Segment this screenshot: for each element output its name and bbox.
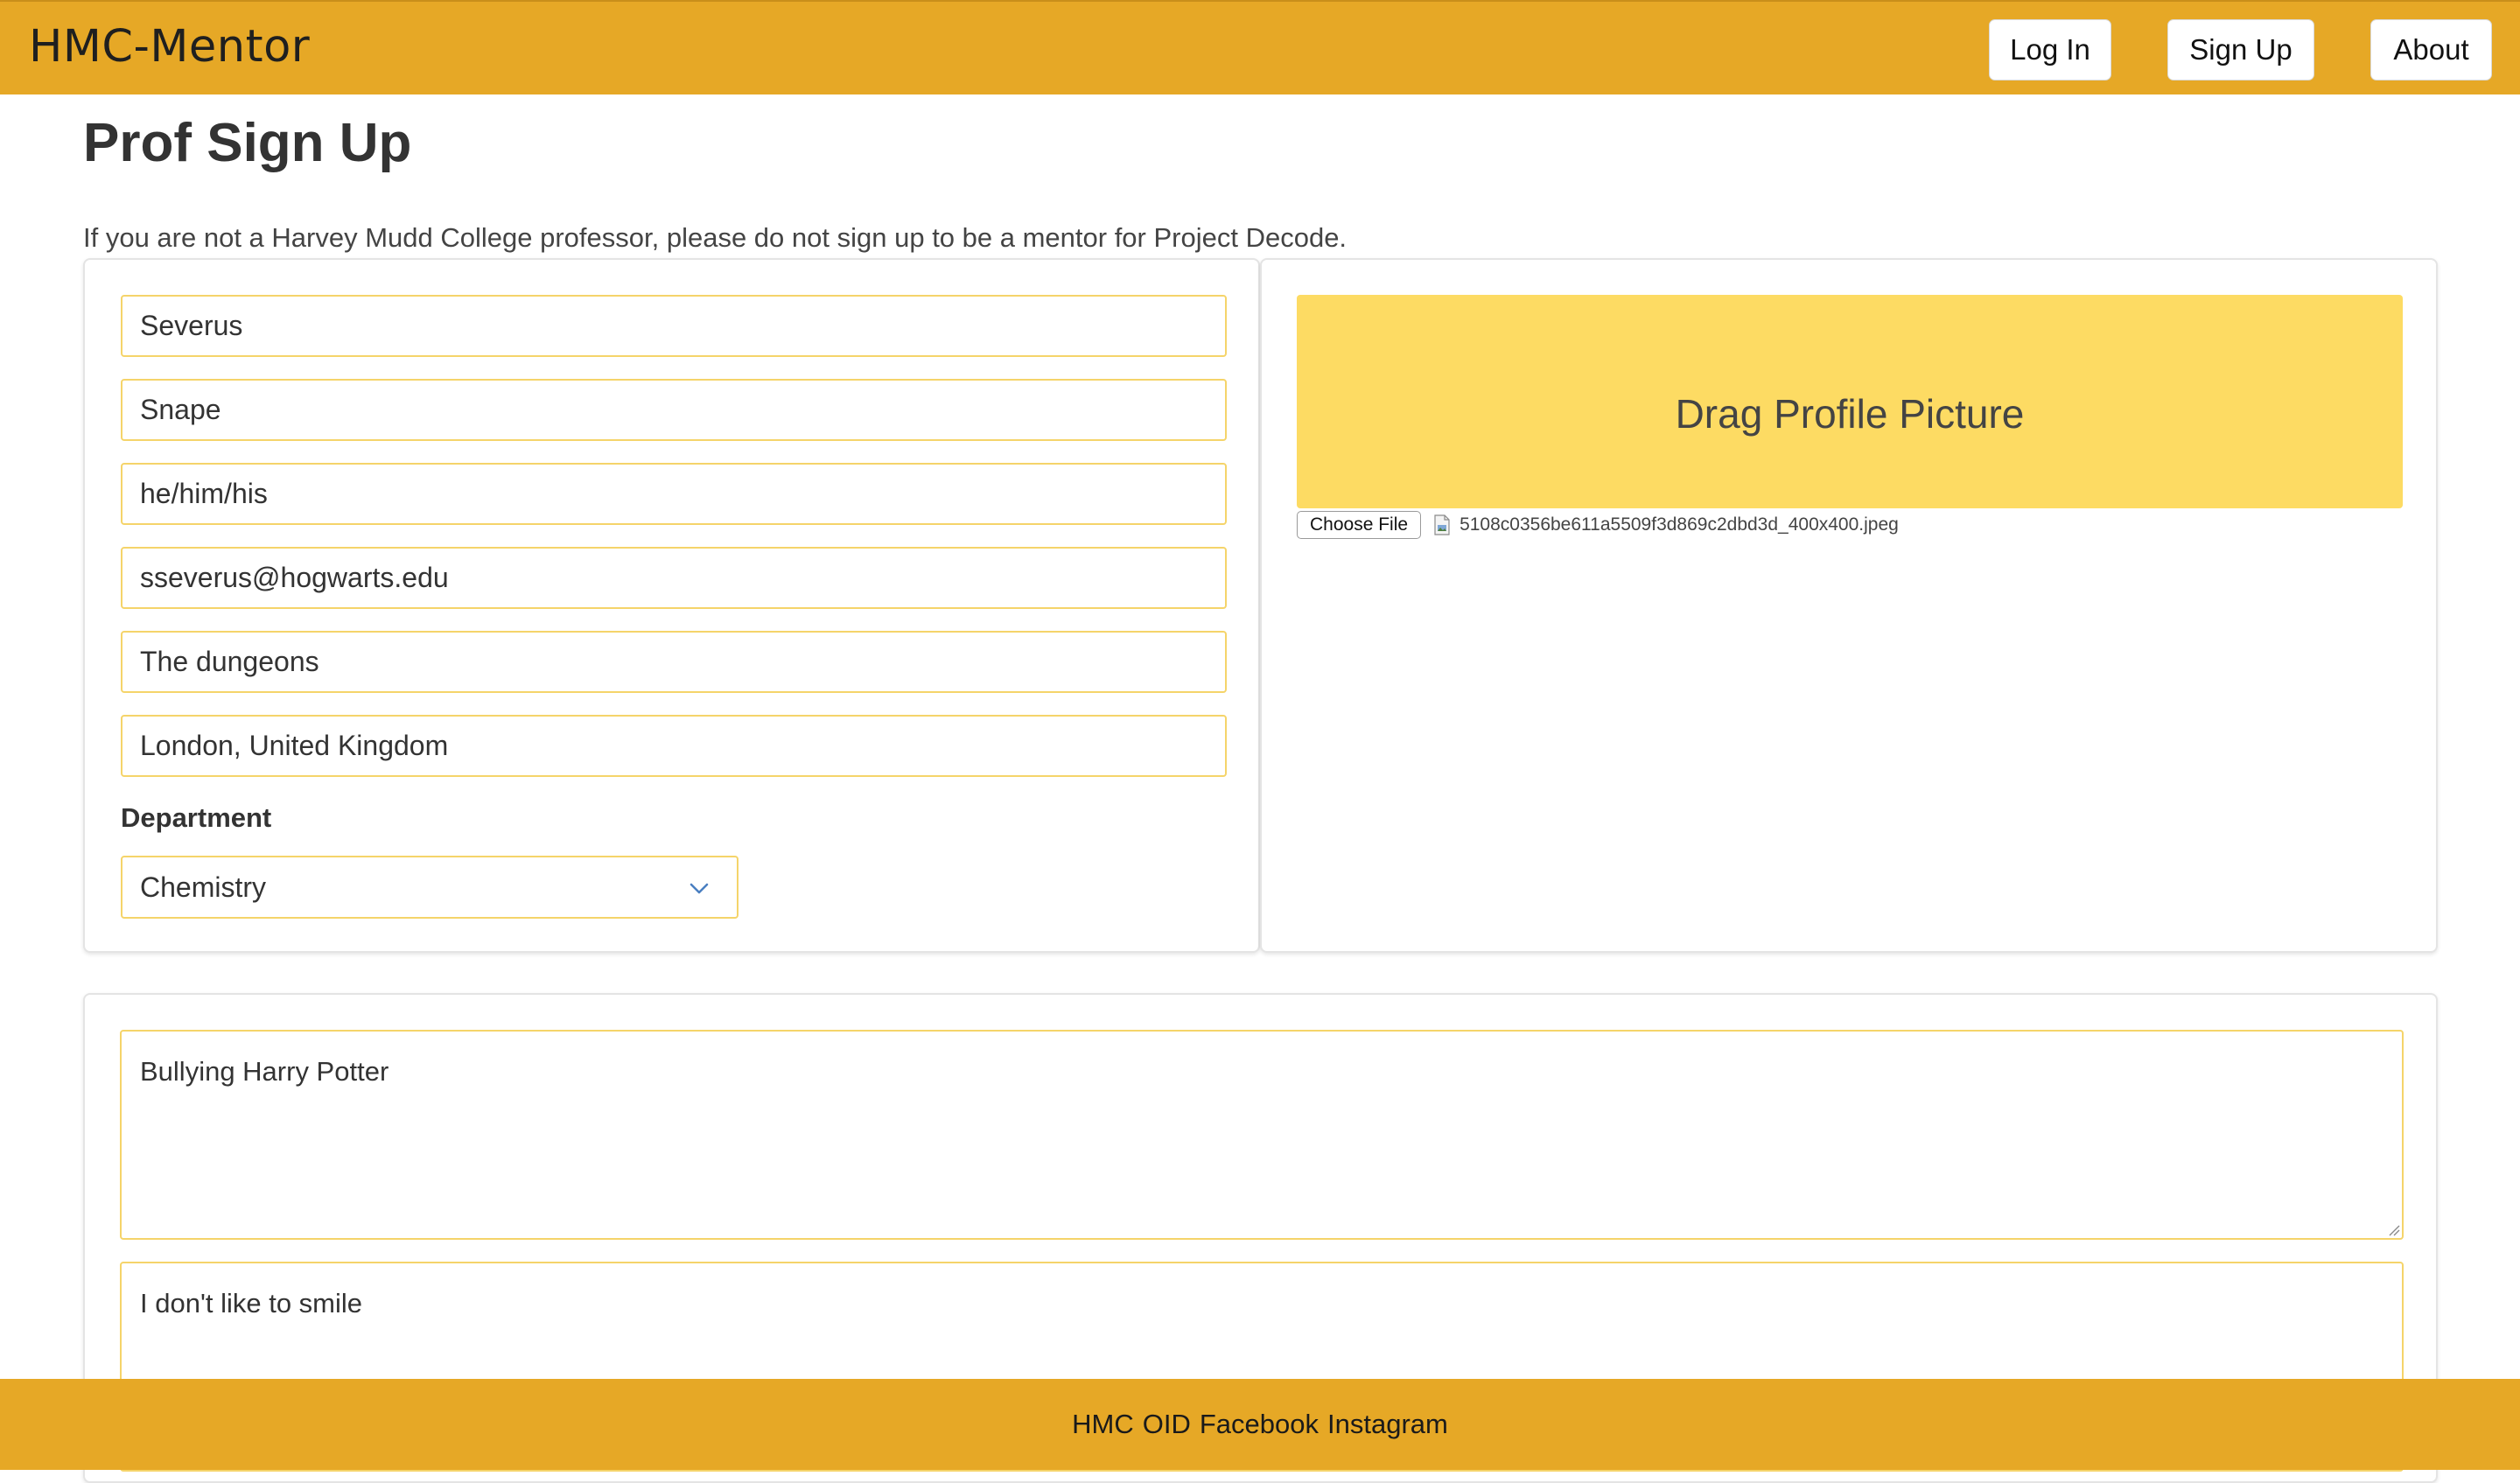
file-input-row: Choose File 5108c0356be611a5509f3d869c2d… (1297, 510, 1899, 540)
profile-fields-card: Severus Snape he/him/his sseverus@hogwar… (83, 258, 1260, 953)
signup-button[interactable]: Sign Up (2167, 19, 2314, 80)
interests-text: Bullying Harry Potter (140, 1056, 389, 1087)
choose-file-button[interactable]: Choose File (1297, 511, 1422, 539)
office-field[interactable]: The dungeons (121, 631, 1227, 693)
footer-link-hmc[interactable]: HMC (1072, 1409, 1134, 1440)
about-button[interactable]: About (2370, 19, 2492, 80)
page-title: Prof Sign Up (83, 113, 412, 173)
footer: HMC OID Facebook Instagram (0, 1379, 2520, 1470)
email-field[interactable]: sseverus@hogwarts.edu (121, 547, 1227, 609)
location-field[interactable]: London, United Kingdom (121, 715, 1227, 777)
footer-link-instagram[interactable]: Instagram (1327, 1409, 1448, 1440)
profile-picture-dropzone[interactable]: Drag Profile Picture (1297, 295, 2403, 508)
dropzone-label: Drag Profile Picture (1675, 391, 2025, 437)
login-button[interactable]: Log In (1989, 19, 2111, 80)
file-image-icon (1434, 514, 1450, 535)
pronouns-field[interactable]: he/him/his (121, 463, 1227, 525)
department-selected-value: Chemistry (140, 871, 267, 903)
department-select[interactable]: Chemistry (121, 856, 738, 919)
profile-picture-card: Drag Profile Picture Choose File 5108c03… (1260, 258, 2438, 953)
first-name-field[interactable]: Severus (121, 295, 1227, 357)
footer-link-oid[interactable]: OID (1143, 1409, 1191, 1440)
interests-textarea[interactable]: Bullying Harry Potter (120, 1030, 2404, 1240)
chevron-down-icon (690, 883, 709, 894)
top-navbar: HMC-Mentor Log In Sign Up About (0, 0, 2520, 94)
selected-file-name: 5108c0356be611a5509f3d869c2dbd3d_400x400… (1460, 514, 1899, 535)
footer-link-facebook[interactable]: Facebook (1200, 1409, 1319, 1440)
brand-logo[interactable]: HMC-Mentor (29, 21, 310, 73)
department-label: Department (121, 802, 272, 833)
notice-text: If you are not a Harvey Mudd College pro… (83, 222, 1348, 253)
about-text: I don't like to smile (140, 1288, 363, 1319)
resize-handle-icon[interactable] (2386, 1222, 2400, 1236)
last-name-field[interactable]: Snape (121, 379, 1227, 441)
